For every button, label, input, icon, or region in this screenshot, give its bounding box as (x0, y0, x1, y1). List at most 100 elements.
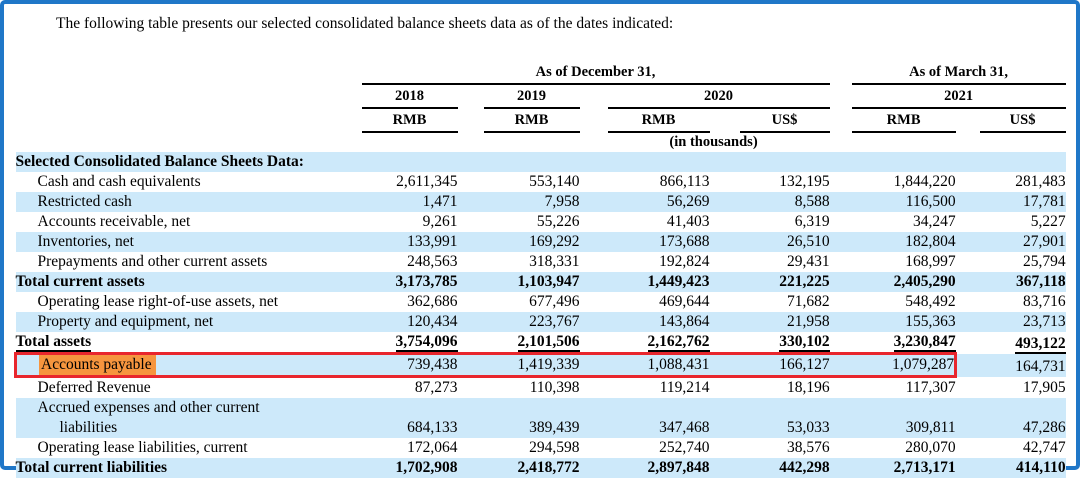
column-gap (458, 212, 484, 232)
cell-value-text: 42,747 (1023, 439, 1066, 456)
cell-value: 2,611,345 (362, 172, 458, 192)
cell-value: 367,118 (980, 272, 1066, 292)
cell-value-text: 367,118 (1016, 273, 1066, 290)
column-gap (580, 377, 608, 399)
cell-value (608, 152, 710, 172)
cell-value-text: 3,173,785 (396, 273, 458, 290)
cell-value-text: 2,101,506 (518, 333, 580, 352)
cell-value: 173,688 (608, 232, 710, 252)
cell-value: 5,227 (980, 212, 1066, 232)
cell-value-text: 223,767 (529, 313, 579, 330)
cell-value: 1,088,431 (608, 354, 710, 377)
row-label-text: Accounts receivable, net (38, 213, 191, 230)
cell-value: 25,794 (980, 252, 1066, 272)
cell-value: 155,363 (852, 312, 956, 332)
cell-value: 1,449,423 (608, 272, 710, 292)
cell-value: 362,686 (362, 292, 458, 312)
cell-value: 1,419,339 (484, 354, 580, 377)
in-thousands-note: (in thousands) (362, 132, 1066, 152)
cell-value: 553,140 (484, 172, 580, 192)
cell-value-text: 318,331 (529, 253, 579, 270)
cell-value-text: 3,230,847 (894, 333, 956, 352)
unit-2018-rmb: RMB (362, 108, 458, 132)
row-label: Prepayments and other current assets (16, 252, 362, 272)
cell-value-text: 414,110 (1016, 459, 1066, 476)
cell-value: 677,496 (484, 292, 580, 312)
cell-value-text: 133,991 (407, 233, 457, 250)
cell-value-text: 2,162,762 (648, 333, 710, 352)
row-label: Selected Consolidated Balance Sheets Dat… (16, 152, 362, 172)
cell-value-text: 172,064 (407, 439, 457, 456)
cell-value-text: 677,496 (529, 293, 579, 310)
cell-value: 2,162,762 (608, 332, 710, 354)
cell-value (740, 152, 830, 172)
column-gap (710, 212, 740, 232)
column-gap (956, 398, 980, 438)
column-gap (458, 377, 484, 399)
unit-2021-usd: US$ (980, 108, 1066, 132)
unit-2020-rmb: RMB (608, 108, 710, 132)
cell-value-text: 17,781 (1023, 193, 1066, 210)
row-label-text: Property and equipment, net (38, 313, 214, 330)
year-2018: 2018 (362, 84, 458, 108)
year-2021: 2021 (852, 84, 1066, 108)
cell-value-text: 41,403 (667, 213, 710, 230)
cell-value-text: 192,824 (659, 253, 709, 270)
row-label: Cash and cash equivalents (16, 172, 362, 192)
table-body: Selected Consolidated Balance Sheets Dat… (16, 152, 1066, 478)
row-label-line: Accrued expenses and other current (16, 398, 362, 418)
cell-value: 281,483 (980, 172, 1066, 192)
cell-value-text: 5,227 (1031, 213, 1066, 230)
column-gap (458, 332, 484, 354)
column-gap (710, 252, 740, 272)
cell-value-text: 155,363 (905, 313, 955, 330)
column-gap (580, 172, 608, 192)
cell-value: 120,434 (362, 312, 458, 332)
column-gap (16, 84, 362, 108)
table-row: Deferred Revenue87,273110,398119,21418,1… (16, 377, 1066, 399)
row-label-text: Operating lease right-of-use assets, net (38, 293, 279, 310)
row-label-line: liabilities (16, 418, 362, 438)
table-row: Prepayments and other current assets248,… (16, 252, 1066, 272)
cell-value: 3,230,847 (852, 332, 956, 354)
cell-value: 6,319 (740, 212, 830, 232)
cell-value: 2,713,171 (852, 458, 956, 478)
cell-value-text: 110,398 (530, 379, 580, 396)
cell-value: 116,500 (852, 192, 956, 212)
cell-value-text: 132,195 (779, 173, 829, 190)
cell-value-text: 3,754,096 (396, 333, 458, 352)
cell-value (484, 152, 580, 172)
column-gap (956, 354, 980, 377)
cell-value: 1,471 (362, 192, 458, 212)
column-gap (458, 292, 484, 312)
cell-value-text: 684,133 (407, 419, 457, 436)
column-gap (580, 292, 608, 312)
cell-value-text: 1,702,908 (396, 459, 458, 476)
cell-value: 172,064 (362, 438, 458, 458)
cell-value-text: 116,500 (906, 193, 956, 210)
cell-value: 294,598 (484, 438, 580, 458)
cell-value-text: 1,471 (423, 193, 458, 210)
cell-value-text: 2,405,290 (894, 273, 956, 290)
row-label-text: Total current liabilities (16, 459, 168, 476)
cell-value-text: 739,438 (407, 356, 457, 373)
cell-value-text: 55,226 (537, 213, 580, 230)
row-label-text: Selected Consolidated Balance Sheets Dat… (16, 153, 304, 170)
cell-value: 132,195 (740, 172, 830, 192)
column-gap (830, 438, 852, 458)
cell-value: 29,431 (740, 252, 830, 272)
cell-value-text: 280,070 (905, 439, 955, 456)
column-gap (580, 398, 608, 438)
column-gap (710, 152, 740, 172)
column-gap (458, 252, 484, 272)
cell-value: 3,173,785 (362, 272, 458, 292)
cell-value-text: 548,492 (905, 293, 955, 310)
unit-2019-rmb: RMB (484, 108, 580, 132)
cell-value: 2,101,506 (484, 332, 580, 354)
cell-value (980, 152, 1066, 172)
column-gap (830, 252, 852, 272)
cell-value: 1,844,220 (852, 172, 956, 192)
cell-value: 684,133 (362, 398, 458, 438)
table-row: Selected Consolidated Balance Sheets Dat… (16, 152, 1066, 172)
column-gap (830, 312, 852, 332)
